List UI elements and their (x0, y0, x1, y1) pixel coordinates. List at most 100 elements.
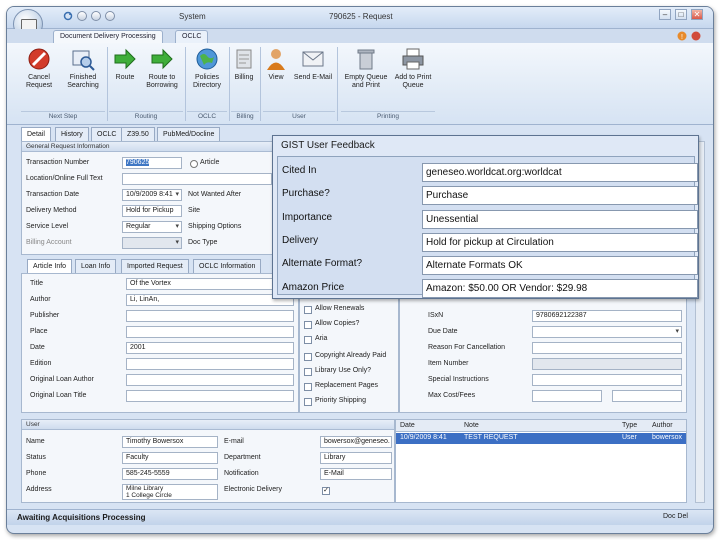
original-loan-title-label: Original Loan Title (30, 392, 87, 399)
notes-row[interactable]: 10/9/2009 8:41 TEST REQUEST User bowerso… (396, 433, 686, 444)
location-field[interactable] (122, 173, 272, 185)
gist-cited-in-field[interactable]: geneseo.worldcat.org:worldcat (422, 163, 698, 182)
gist-cited-in-label: Cited In (282, 165, 317, 176)
notes-author-header[interactable]: Author (652, 422, 673, 429)
gist-delivery-field[interactable]: Hold for pickup at Circulation (422, 233, 698, 252)
send-email-button[interactable]: Send E-Mail (293, 47, 333, 107)
cancel-request-button[interactable]: Cancel Request (21, 47, 57, 107)
route-arrow-icon (113, 47, 137, 71)
tab-imported-request[interactable]: Imported Request (121, 259, 189, 273)
user-department-field[interactable]: Library (320, 452, 392, 464)
site-label: Site (188, 207, 201, 214)
minimize-button[interactable]: – (659, 9, 671, 20)
tab-document-delivery[interactable]: Document Delivery Processing (53, 30, 163, 43)
save-icon[interactable] (77, 11, 87, 21)
status-text: Awaiting Acquisitions Processing (17, 513, 146, 522)
empty-queue-print-button[interactable]: Empty Queue and Print (341, 47, 391, 107)
original-loan-author-field[interactable] (126, 374, 294, 386)
date-label: Date (30, 344, 45, 351)
maximize-button[interactable]: □ (675, 9, 687, 20)
note-date: 10/9/2009 8:41 (400, 434, 447, 441)
route-to-borrowing-button[interactable]: Route to Borrowing (141, 47, 183, 107)
route-button[interactable]: Route (107, 47, 143, 107)
max-cost-field[interactable] (532, 390, 602, 402)
tab-oclc-information[interactable]: OCLC Information (193, 259, 262, 273)
tab-detail[interactable]: Detail (21, 127, 51, 141)
group-oclc: OCLC (187, 111, 227, 122)
tab-article-info[interactable]: Article Info (27, 259, 73, 273)
user-email-field[interactable]: bowersox@geneseo. (320, 436, 392, 448)
gist-amazon-price-field[interactable]: Amazon: $50.00 OR Vendor: $29.98 (422, 279, 698, 298)
gist-alternate-format-field[interactable]: Alternate Formats OK (422, 256, 698, 275)
due-date-field[interactable] (532, 326, 682, 338)
notes-panel: Date Note Type Author 10/9/2009 8:41 TES… (395, 419, 687, 503)
user-name-field[interactable]: Timothy Bowersox (122, 436, 218, 448)
priority-shipping-checkbox[interactable] (304, 398, 312, 406)
billing-button[interactable]: Billing (229, 47, 259, 107)
allow-renewals-checkbox[interactable] (304, 306, 312, 314)
notes-note-header[interactable]: Note (464, 422, 479, 429)
edition-field[interactable] (126, 358, 294, 370)
application-window: System 790625 - Request – □ ✕ Document D… (6, 6, 714, 534)
notes-date-header[interactable]: Date (400, 422, 415, 429)
finished-searching-button[interactable]: Finished Searching (63, 47, 103, 107)
help-icon[interactable]: ! (677, 31, 687, 41)
isxn-field[interactable]: 9780692122387 (532, 310, 682, 322)
reason-for-cancellation-label: Reason For Cancellation (428, 344, 506, 351)
aria-checkbox[interactable] (304, 336, 312, 344)
transaction-date-field[interactable]: 10/9/2009 8:41 (122, 189, 182, 201)
electronic-delivery-checkbox[interactable]: ✓ (322, 487, 330, 495)
transaction-number-field[interactable]: 790625 (122, 157, 182, 169)
note-type: User (622, 434, 637, 441)
location-label: Location/Online Full Text (26, 175, 103, 182)
info-icon[interactable] (691, 31, 701, 41)
empty-queue-label: Empty Queue and Print (344, 74, 388, 89)
article-radio[interactable] (190, 160, 198, 168)
copyright-paid-checkbox[interactable] (304, 353, 312, 361)
forward-icon[interactable] (105, 11, 115, 21)
title-field[interactable]: Of the Vortex (126, 278, 294, 290)
user-address-field[interactable]: Milne Library 1 College Circle (122, 484, 218, 500)
refresh-icon[interactable] (63, 11, 73, 21)
view-user-button[interactable]: View (261, 47, 291, 107)
gist-importance-field[interactable]: Unessential (422, 210, 698, 229)
reason-for-cancellation-field[interactable] (532, 342, 682, 354)
window-title: 790625 - Request (329, 12, 393, 21)
tab-z3950[interactable]: Z39.50 (121, 127, 155, 141)
address-label: Address (26, 486, 52, 493)
gist-purchase-field[interactable]: Purchase (422, 186, 698, 205)
service-level-field[interactable]: Regular (122, 221, 182, 233)
library-use-only-checkbox[interactable] (304, 368, 312, 376)
policies-directory-button[interactable]: Policies Directory (187, 47, 227, 107)
notes-type-header[interactable]: Type (622, 422, 637, 429)
user-status-field[interactable]: Faculty (122, 452, 218, 464)
user-header: User (22, 420, 394, 430)
billing-account-field[interactable] (122, 237, 182, 249)
author-field[interactable]: Li, LinAn, (126, 294, 294, 306)
date-field[interactable]: 2001 (126, 342, 294, 354)
replacement-pages-checkbox[interactable] (304, 383, 312, 391)
route-label: Route (115, 74, 135, 81)
place-field[interactable] (126, 326, 294, 338)
tab-oclc-detail[interactable]: OCLC (91, 127, 123, 141)
tab-oclc[interactable]: OCLC (175, 30, 209, 43)
back-icon[interactable] (91, 11, 101, 21)
publisher-field[interactable] (126, 310, 294, 322)
special-instructions-field[interactable] (532, 374, 682, 386)
user-notification-field[interactable]: E-Mail (320, 468, 392, 480)
original-loan-author-label: Original Loan Author (30, 376, 94, 383)
close-button[interactable]: ✕ (691, 9, 703, 20)
replacement-pages-label: Replacement Pages (315, 382, 379, 389)
add-to-print-queue-button[interactable]: Add to Print Queue (391, 47, 435, 107)
original-loan-title-field[interactable] (126, 390, 294, 402)
tab-loan-info[interactable]: Loan Info (75, 259, 117, 273)
tab-pubmed-docline[interactable]: PubMed/Docline (157, 127, 221, 141)
user-phone-field[interactable]: 585-245-5559 (122, 468, 218, 480)
tab-history[interactable]: History (55, 127, 89, 141)
item-number-field[interactable] (532, 358, 682, 370)
delivery-method-field[interactable]: Hold for Pickup (122, 205, 182, 217)
aria-label: Aria (315, 335, 328, 342)
fees-field[interactable] (612, 390, 682, 402)
allow-copies-checkbox[interactable] (304, 321, 312, 329)
due-date-label: Due Date (428, 328, 458, 335)
